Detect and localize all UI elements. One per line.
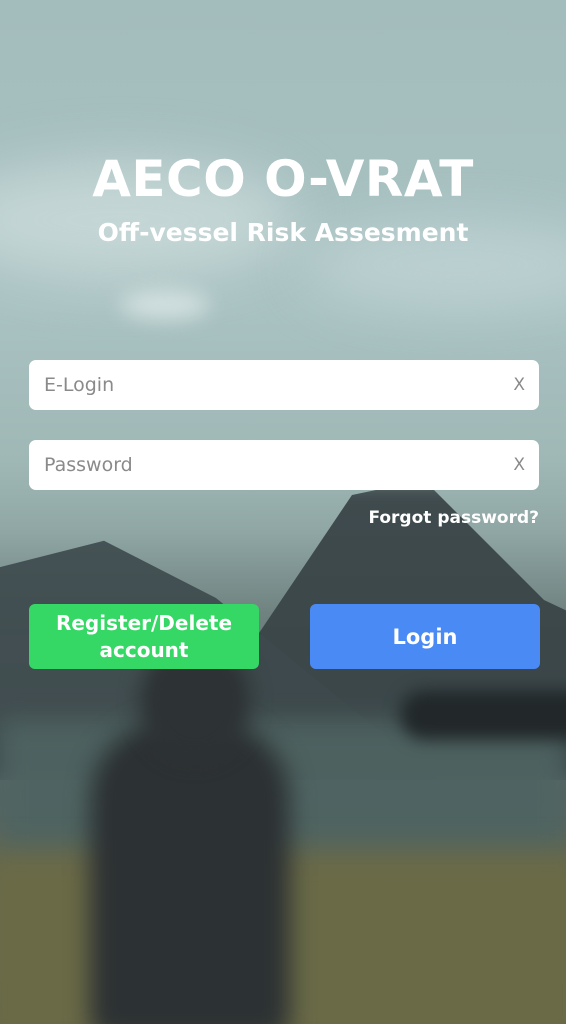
login-screen: AECO O-VRAT Off-vessel Risk Assesment X … [0,0,566,1024]
clear-password-button[interactable]: X [513,440,525,490]
app-title: AECO O-VRAT [92,150,474,208]
password-input[interactable] [29,440,489,490]
login-button[interactable]: Login [310,604,540,669]
e-login-input[interactable] [29,360,489,410]
clear-login-button[interactable]: X [513,360,525,410]
register-delete-account-button[interactable]: Register/Delete account [29,604,259,669]
password-field: X [29,440,539,490]
forgot-password-link[interactable]: Forgot password? [368,508,539,528]
e-login-field: X [29,360,539,410]
app-subtitle: Off-vessel Risk Assesment [97,218,469,247]
login-content: AECO O-VRAT Off-vessel Risk Assesment X … [0,0,566,1024]
